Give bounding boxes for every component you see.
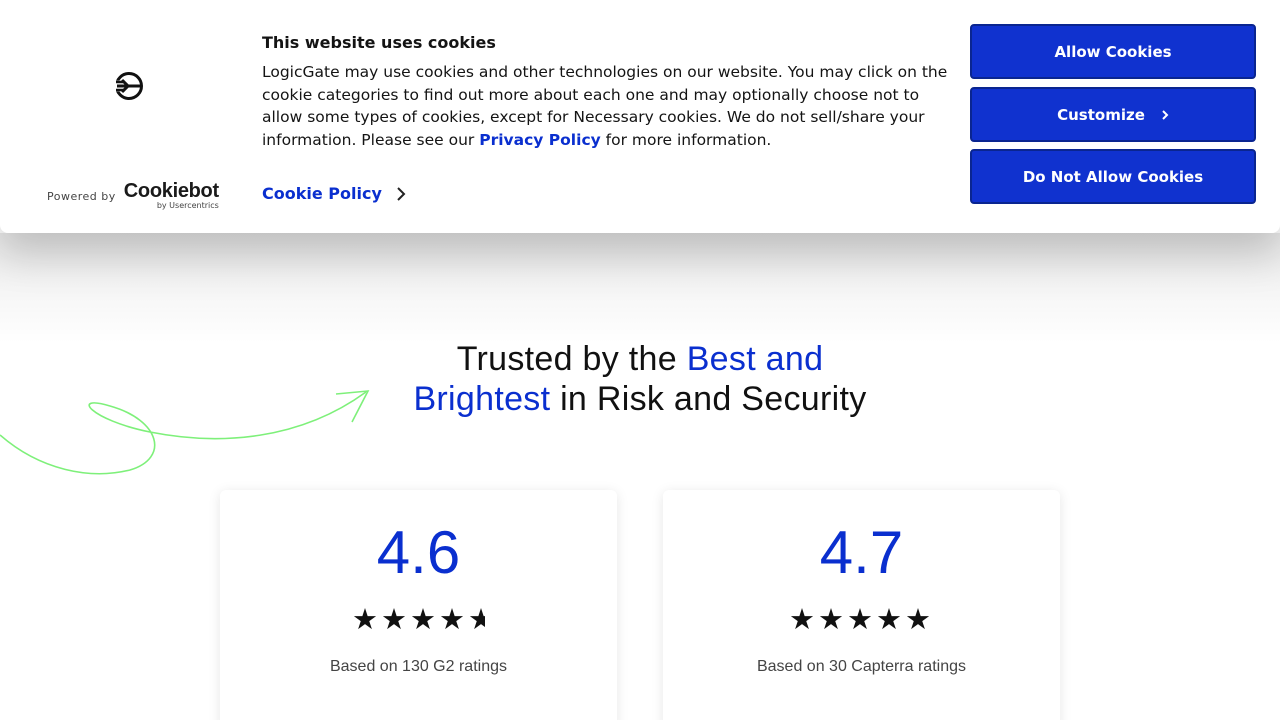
heading-highlight-2: Brightest <box>413 380 551 418</box>
cookie-policy-link[interactable]: Cookie Policy <box>262 184 406 203</box>
rating-card-capterra: 4.7 ★★★★★ Based on 30 Capterra ratings <box>663 490 1060 720</box>
rating-score: 4.7 <box>819 519 904 586</box>
star-half-icon: ★ <box>468 602 485 636</box>
chevron-right-icon <box>397 186 406 201</box>
rating-score: 4.6 <box>376 519 461 586</box>
customize-label: Customize <box>1057 105 1145 124</box>
cookiebot-sub: by Usercentrics <box>156 201 219 210</box>
star-icon: ★ <box>876 602 905 636</box>
heading-text-post: in Risk and Security <box>550 380 867 418</box>
star-icon: ★ <box>439 602 468 636</box>
star-icon: ★ <box>352 602 381 636</box>
heading-highlight-1: Best and <box>686 340 824 378</box>
chevron-right-icon <box>1162 109 1169 120</box>
allow-cookies-button[interactable]: Allow Cookies <box>970 24 1256 79</box>
rating-note: Based on 130 G2 ratings <box>329 658 507 675</box>
deny-cookies-label: Do Not Allow Cookies <box>1022 167 1204 186</box>
cookiebot-name: Cookiebot <box>123 180 219 202</box>
star-icon: ★ <box>847 602 876 636</box>
allow-cookies-label: Allow Cookies <box>1054 42 1172 61</box>
powered-by-cookiebot[interactable]: Powered by Cookiebot by Usercentrics <box>47 181 219 211</box>
customize-button[interactable]: Customize <box>970 87 1256 142</box>
do-not-allow-cookies-button[interactable]: Do Not Allow Cookies <box>970 149 1256 204</box>
star-rating: ★★★★★ <box>220 602 617 636</box>
heading-text-pre: Trusted by the <box>456 340 687 378</box>
rating-card-g2: 4.6 ★★★★★ Based on 130 G2 ratings <box>220 490 617 720</box>
logicgate-logo-icon <box>113 72 143 100</box>
cookie-banner: Powered by Cookiebot by Usercentrics Thi… <box>0 0 1280 233</box>
arrow-swoosh-icon <box>0 390 370 475</box>
rating-note: Based on 30 Capterra ratings <box>756 658 966 675</box>
star-icon: ★ <box>818 602 847 636</box>
privacy-policy-link[interactable]: Privacy Policy <box>479 131 601 149</box>
cookie-policy-label: Cookie Policy <box>262 184 382 203</box>
star-icon: ★ <box>905 602 934 636</box>
section-heading: Trusted by the Best and Brightest in Ris… <box>340 339 940 419</box>
banner-description: LogicGate may use cookies and other tech… <box>262 61 952 152</box>
star-rating: ★★★★★ <box>663 602 1060 636</box>
banner-title: This website uses cookies <box>262 33 496 52</box>
star-icon: ★ <box>410 602 439 636</box>
banner-body-suffix: for more information. <box>600 131 772 150</box>
cookiebot-logo: Cookiebot by Usercentrics <box>124 181 219 211</box>
powered-by-label: Powered by <box>47 189 116 203</box>
star-icon: ★ <box>381 602 410 636</box>
banner-shadow-area <box>0 233 1280 343</box>
star-icon: ★ <box>789 602 818 636</box>
